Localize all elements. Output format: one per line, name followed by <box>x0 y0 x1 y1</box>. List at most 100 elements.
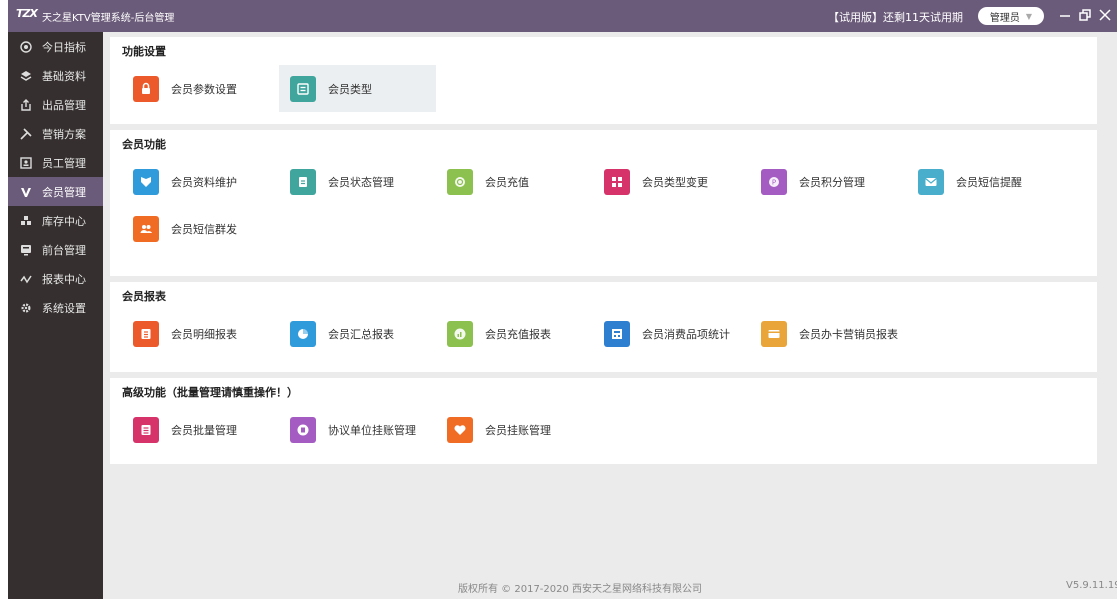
function-item[interactable]: 会员充值报表 <box>436 310 593 357</box>
target-icon <box>19 40 33 54</box>
list-icon <box>290 75 316 102</box>
minimize-icon <box>1060 15 1070 17</box>
sidebar-item-7[interactable]: 前台管理 <box>8 235 103 264</box>
sidebar-item-label: 员工管理 <box>42 156 86 170</box>
batch-icon <box>133 416 159 443</box>
function-item[interactable]: 会员办卡营销员报表 <box>750 310 907 357</box>
document-icon <box>290 168 316 195</box>
function-item[interactable]: 会员汇总报表 <box>279 310 436 357</box>
restore-icon <box>1079 9 1091 21</box>
function-item-label: 会员办卡营销员报表 <box>799 327 898 341</box>
monitor-icon <box>19 243 33 257</box>
function-item-label: 会员短信群发 <box>171 222 237 236</box>
agreement-icon <box>290 416 316 443</box>
sidebar-item-0[interactable]: 今日指标 <box>8 32 103 61</box>
function-item[interactable]: 会员类型 <box>279 65 436 112</box>
function-item[interactable]: 会员批量管理 <box>122 406 279 453</box>
sidebar-item-3[interactable]: 营销方案 <box>8 119 103 148</box>
sidebar-item-4[interactable]: 员工管理 <box>8 148 103 177</box>
sidebar-item-label: 报表中心 <box>42 272 86 286</box>
restore-button[interactable] <box>1074 4 1096 26</box>
sidebar-item-label: 会员管理 <box>42 185 86 199</box>
trial-notice: 【试用版】还剩11天试用期 <box>828 11 963 24</box>
coin-icon <box>447 168 473 195</box>
sidebar-item-8[interactable]: 报表中心 <box>8 264 103 293</box>
function-item-label: 会员状态管理 <box>328 175 394 189</box>
function-item-label: 会员短信提醒 <box>956 175 1022 189</box>
sidebar-item-label: 今日指标 <box>42 40 86 54</box>
calculator-icon <box>604 320 630 347</box>
chevron-down-icon: ▼ <box>1025 11 1033 21</box>
function-item-label: 协议单位挂账管理 <box>328 423 416 437</box>
sidebar-item-label: 出品管理 <box>42 98 86 112</box>
function-item[interactable]: 会员短信提醒 <box>907 158 1064 205</box>
pie-chart-icon <box>290 320 316 347</box>
sidebar-item-2[interactable]: 出品管理 <box>8 90 103 119</box>
heart-check-icon <box>447 416 473 443</box>
main-content: 功能设置会员参数设置 会员类型会员功能会员资料维护 会员状态管理 会员充值 会员类型变更… <box>110 37 1097 470</box>
section-title: 功能设置 <box>122 45 166 58</box>
sidebar-item-1[interactable]: 基础资料 <box>8 61 103 90</box>
function-item[interactable]: 会员消费品项统计 <box>593 310 750 357</box>
window-frame <box>0 0 8 599</box>
function-item-label: 会员明细报表 <box>171 327 237 341</box>
function-item-label: 会员充值 <box>485 175 529 189</box>
sidebar: 今日指标基础资料出品管理营销方案员工管理会员管理库存中心前台管理报表中心系统设置 <box>8 32 103 599</box>
function-item[interactable]: 协议单位挂账管理 <box>279 406 436 453</box>
function-item[interactable]: 会员短信群发 <box>122 205 279 252</box>
card-icon <box>761 320 787 347</box>
function-item[interactable]: 会员充值 <box>436 158 593 205</box>
function-item[interactable]: 会员明细报表 <box>122 310 279 357</box>
section-title: 会员功能 <box>122 138 166 151</box>
chart-line-icon <box>19 272 33 286</box>
app-logo: TZX <box>16 7 38 20</box>
section-1: 会员功能 会员资料维护 会员状态管理 会员充值 会员类型变更 P 会员积分管理 会员短信提醒会… <box>110 130 1097 276</box>
function-item-label: 会员批量管理 <box>171 423 237 437</box>
window-title: 天之星KTV管理系统-后台管理 <box>42 13 175 24</box>
function-item[interactable]: 会员类型变更 <box>593 158 750 205</box>
close-icon <box>1099 9 1111 21</box>
function-item[interactable]: 会员参数设置 <box>122 65 279 112</box>
export-icon <box>19 98 33 112</box>
section-3: 高级功能（批量管理请慎重操作！） 会员批量管理 协议单位挂账管理 会员挂账管理 <box>110 378 1097 464</box>
lock-icon <box>133 75 159 102</box>
section-title: 会员报表 <box>122 290 166 303</box>
function-item[interactable]: P 会员积分管理 <box>750 158 907 205</box>
sidebar-item-5[interactable]: 会员管理 <box>8 177 103 206</box>
function-item[interactable]: 会员资料维护 <box>122 158 279 205</box>
sidebar-item-label: 库存中心 <box>42 214 86 228</box>
function-item-label: 会员充值报表 <box>485 327 551 341</box>
sidebar-item-label: 前台管理 <box>42 243 86 257</box>
vip-icon <box>19 185 33 199</box>
copyright-text: 版权所有 © 2017-2020 西安天之星网络科技有限公司 <box>458 584 703 595</box>
section-items: 会员资料维护 会员状态管理 会员充值 会员类型变更 P 会员积分管理 会员短信提醒会员短信群… <box>122 158 1097 252</box>
warehouse-icon <box>19 214 33 228</box>
section-title: 高级功能（批量管理请慎重操作！） <box>122 386 298 399</box>
function-item-label: 会员消费品项统计 <box>642 327 730 341</box>
version-text: V5.9.11.19 <box>1066 580 1117 591</box>
sidebar-item-label: 系统设置 <box>42 301 86 315</box>
tools-icon <box>19 127 33 141</box>
group-icon <box>133 215 159 242</box>
heart-shield-icon <box>133 168 159 195</box>
function-item-label: 会员资料维护 <box>171 175 237 189</box>
sidebar-item-9[interactable]: 系统设置 <box>8 293 103 322</box>
section-2: 会员报表会员明细报表 会员汇总报表 会员充值报表 会员消费品项统计 会员办卡营销员报表 <box>110 282 1097 372</box>
function-item-label: 会员类型 <box>328 82 372 96</box>
sidebar-item-6[interactable]: 库存中心 <box>8 206 103 235</box>
function-item-label: 会员挂账管理 <box>485 423 551 437</box>
user-dropdown[interactable]: 管理员 ▼ <box>978 7 1044 25</box>
title-bar: TZX 天之星KTV管理系统-后台管理 【试用版】还剩11天试用期 管理员 ▼ <box>8 0 1117 32</box>
sidebar-item-label: 营销方案 <box>42 127 86 141</box>
report-list-icon <box>133 320 159 347</box>
section-items: 会员参数设置 会员类型 <box>122 65 1097 112</box>
minimize-button[interactable] <box>1054 4 1076 26</box>
function-item[interactable]: 会员挂账管理 <box>436 406 593 453</box>
gear-icon <box>19 301 33 315</box>
function-item[interactable]: 会员状态管理 <box>279 158 436 205</box>
envelope-icon <box>918 168 944 195</box>
section-0: 功能设置会员参数设置 会员类型 <box>110 37 1097 124</box>
function-item-label: 会员类型变更 <box>642 175 708 189</box>
user-name: 管理员 <box>989 12 1020 24</box>
close-button[interactable] <box>1094 4 1116 26</box>
